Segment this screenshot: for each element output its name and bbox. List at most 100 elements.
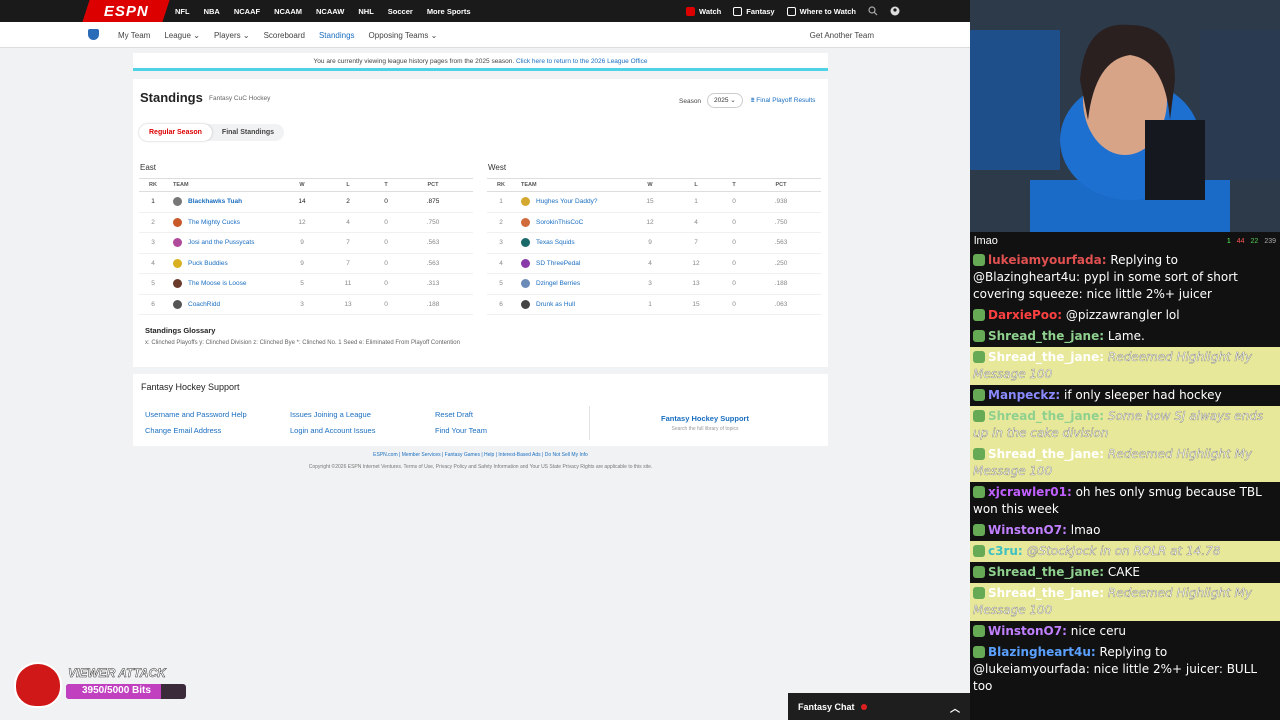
nav-soccer[interactable]: Soccer — [388, 7, 413, 16]
chat-username[interactable]: WinstonO7: — [988, 523, 1067, 537]
standings-table: RK TEAM W L T PCT 1 Hughes Your Daddy? 1… — [487, 178, 821, 315]
nav-ncaaw[interactable]: NCAAW — [316, 7, 344, 16]
chat-username[interactable]: Shread_the_jane: — [988, 586, 1104, 600]
team-logo-icon — [173, 299, 182, 309]
user-badge-icon — [973, 309, 985, 321]
col-pct: PCT — [393, 178, 473, 192]
tab-regular-season[interactable]: Regular Season — [139, 124, 212, 141]
rank: 5 — [487, 273, 515, 295]
glossary-title: Standings Glossary — [145, 326, 216, 335]
chat-username[interactable]: Shread_the_jane: — [988, 329, 1104, 343]
nav-players[interactable]: Players ⌄ — [214, 31, 250, 40]
chat-header: lmao 1 44 22 239 — [970, 232, 1280, 250]
table-row: 2 The Mighty Cucks 12 4 0 .750 — [139, 212, 473, 233]
chat-username[interactable]: WinstonO7: — [988, 624, 1067, 638]
pct: .188 — [393, 294, 473, 315]
chat-username[interactable]: Shread_the_jane: — [988, 350, 1104, 364]
fantasy-shield-icon[interactable] — [88, 29, 99, 40]
team-link[interactable]: Drunk as Hull — [536, 301, 575, 308]
watch-link[interactable]: Watch — [686, 6, 721, 16]
support-link[interactable]: Username and Password Help — [145, 410, 247, 419]
return-to-league-office-link[interactable]: Click here to return to the 2026 League … — [516, 58, 647, 65]
chevron-down-icon: ⌄ — [193, 30, 200, 40]
team-logo-icon — [521, 238, 530, 248]
support-link[interactable]: Change Email Address — [145, 426, 247, 435]
chat-username[interactable]: Shread_the_jane: — [988, 447, 1104, 461]
final-playoff-results-link[interactable]: ⩩ Final Playoff Results — [751, 97, 815, 105]
team-link[interactable]: SorokinThisCoC — [536, 219, 583, 226]
chat-username[interactable]: Shread_the_jane: — [988, 409, 1104, 423]
team-cell: SorokinThisCoC — [515, 212, 635, 233]
team-logo-icon — [173, 279, 182, 289]
season-label: Season — [679, 98, 702, 105]
get-another-team-link[interactable]: Get Another Team — [810, 31, 874, 40]
nav-nfl[interactable]: NFL — [175, 7, 190, 16]
tab-final-standings[interactable]: Final Standings — [212, 124, 284, 141]
chat-username[interactable]: c3ru: — [988, 544, 1023, 558]
chat-message: DarxiePoo: @pizzawrangler lol — [970, 305, 1280, 326]
stat-value: 44 — [1236, 237, 1245, 245]
support-link[interactable]: Find Your Team — [435, 426, 487, 435]
nav-more-sports[interactable]: More Sports — [427, 7, 471, 16]
col-l: L — [317, 178, 379, 192]
footer-links[interactable]: ESPN.com | Member Services | Fantasy Gam… — [133, 452, 828, 458]
team-link[interactable]: Blackhawks Tuah — [188, 198, 242, 205]
wins: 9 — [635, 232, 665, 254]
team-link[interactable]: CoachRidd — [188, 301, 220, 308]
nav-my-team[interactable]: My Team — [118, 31, 150, 40]
tv-icon — [786, 6, 796, 16]
nav-nhl[interactable]: NHL — [358, 7, 373, 16]
nav-league[interactable]: League ⌄ — [164, 31, 200, 40]
losses: 4 — [665, 212, 727, 233]
chat-text: CAKE — [1107, 565, 1140, 579]
chat-username[interactable]: lukeiamyourfada: — [988, 253, 1107, 267]
team-link[interactable]: Dzingel Berries — [536, 280, 580, 287]
chat-username[interactable]: Shread_the_jane: — [988, 565, 1104, 579]
table-row: 1 Hughes Your Daddy? 15 1 0 .938 — [487, 191, 821, 213]
playoff-link-label: Final Playoff Results — [756, 97, 816, 104]
support-link[interactable]: Issues Joining a League — [290, 410, 375, 419]
espn-logo[interactable]: ESPN — [82, 0, 170, 22]
nav-opposing-teams[interactable]: Opposing Teams ⌄ — [369, 31, 438, 40]
team-link[interactable]: Texas Squids — [536, 239, 575, 246]
nav-ncaaf[interactable]: NCAAF — [234, 7, 260, 16]
chat-username[interactable]: xjcrawler01: — [988, 485, 1072, 499]
season-select[interactable]: 2025 ⌄ — [707, 93, 743, 108]
chat-message: xjcrawler01: oh hes only smug because TB… — [970, 482, 1280, 520]
where-to-watch-link[interactable]: Where to Watch — [786, 6, 856, 16]
fantasy-chat-label: Fantasy Chat — [798, 701, 855, 712]
nav-nba[interactable]: NBA — [204, 7, 220, 16]
team-link[interactable]: The Mighty Cucks — [188, 219, 240, 226]
team-logo-icon — [173, 217, 182, 227]
fantasy-link[interactable]: Fantasy — [733, 6, 775, 16]
losses: 4 — [317, 212, 379, 233]
account-icon[interactable] — [890, 6, 900, 16]
fantasy-chat-button[interactable]: Fantasy Chat ︿ — [788, 693, 970, 720]
nav-scoreboard[interactable]: Scoreboard — [264, 31, 305, 40]
chat-username[interactable]: Manpeckz: — [988, 388, 1060, 402]
support-links-col2: Issues Joining a League Login and Accoun… — [290, 410, 375, 442]
chat-username[interactable]: DarxiePoo: — [988, 308, 1062, 322]
team-link[interactable]: SD ThreePedal — [536, 260, 580, 267]
team-link[interactable]: The Moose is Loose — [188, 280, 247, 287]
user-badge-icon — [973, 330, 985, 342]
west-division: West RK TEAM W L T PCT 1 Hughes Your Dad… — [487, 163, 821, 315]
team-logo-icon — [521, 299, 530, 309]
team-link[interactable]: Puck Buddies — [188, 260, 228, 267]
chat-username[interactable]: Blazingheart4u: — [988, 645, 1096, 659]
east-division: East RK TEAM W L T PCT 1 Blackhawks Tuah… — [139, 163, 473, 315]
losses: 1 — [665, 191, 727, 213]
fantasy-hockey-support-link[interactable]: Fantasy Hockey Support — [590, 414, 820, 423]
table-row: 6 Drunk as Hull 1 15 0 .063 — [487, 294, 821, 315]
wins: 9 — [287, 253, 317, 274]
league-history-banner: You are currently viewing league history… — [133, 53, 828, 71]
nav-ncaam[interactable]: NCAAM — [274, 7, 302, 16]
ties: 0 — [727, 294, 741, 315]
nav-standings[interactable]: Standings — [319, 31, 355, 40]
team-link[interactable]: Josi and the Pussycats — [188, 239, 254, 246]
support-link[interactable]: Reset Draft — [435, 410, 487, 419]
chat-message: lukeiamyourfada: Replying to @Blazinghea… — [970, 250, 1280, 305]
team-link[interactable]: Hughes Your Daddy? — [536, 198, 597, 205]
support-link[interactable]: Login and Account Issues — [290, 426, 375, 435]
search-icon[interactable] — [868, 6, 878, 16]
